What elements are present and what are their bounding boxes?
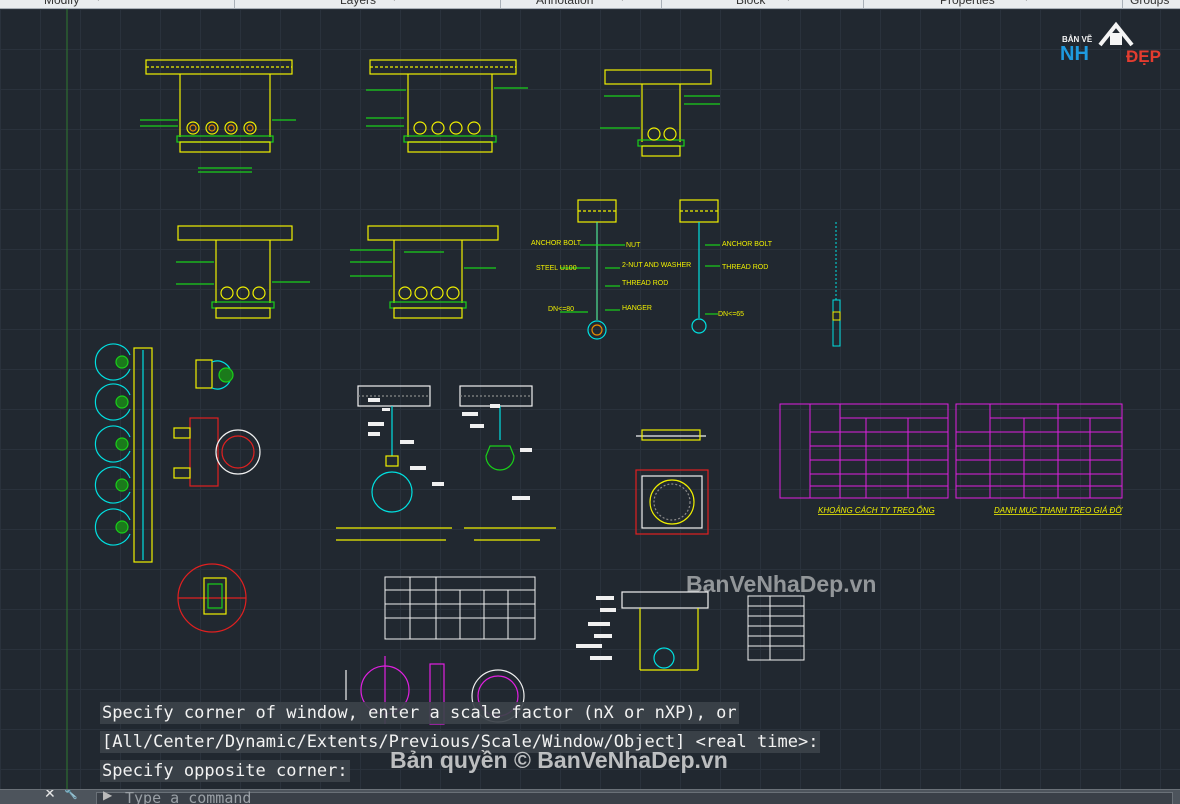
pipe-hanger-1 [336, 385, 452, 541]
panel-divider [1122, 0, 1123, 8]
ribbon-panel-bar: Modify ▾ Layers ▾ Annotation ▾ Block ▾ P… [0, 0, 1180, 9]
command-input-box[interactable]: ▶ [96, 789, 1173, 804]
panel-divider [661, 0, 662, 8]
command-history-line: Specify opposite corner: [100, 760, 350, 782]
chevron-down-icon[interactable]: ▾ [786, 0, 791, 4]
panel-modify[interactable]: Modify [44, 0, 79, 8]
wall-bracket [94, 343, 153, 563]
panel-layers[interactable]: Layers [340, 0, 376, 8]
pit-callouts [576, 596, 616, 660]
support-detail-3 [600, 69, 720, 157]
panel-divider [234, 0, 235, 8]
house-icon [1098, 21, 1134, 47]
label-hanger: HANGER [622, 305, 652, 312]
command-line-bar: ✕ 🔧 ▶ [0, 789, 1180, 804]
close-icon[interactable]: ✕ [44, 790, 56, 802]
label-thread-rod: THREAD ROD [622, 280, 668, 287]
chevron-down-icon[interactable]: ▾ [1024, 0, 1029, 4]
panel-block[interactable]: Block [736, 0, 765, 8]
chevron-down-icon[interactable]: ▾ [620, 0, 625, 4]
panel-divider [500, 0, 501, 8]
label-dn80: DN<=80 [548, 306, 574, 313]
support-detail-2 [366, 59, 528, 153]
label-dn65: DN<=65 [718, 311, 744, 318]
support-detail-4 [176, 225, 310, 319]
caption-hanger-list: DANH MỤC THANH TREO GIÁ ĐỠ [994, 506, 1123, 515]
logo-nh-text: NH [1060, 43, 1089, 65]
label-thread-rod-2: THREAD ROD [722, 264, 768, 271]
watermark-text: BanVeNhaDep.vn [686, 571, 877, 597]
panel-annotation[interactable]: Annotation [536, 0, 593, 8]
chevron-down-icon[interactable]: ▾ [96, 0, 101, 4]
label-nut-washer: 2-NUT AND WASHER [622, 262, 691, 269]
manhole-detail [635, 429, 709, 535]
hanger-list-table [955, 403, 1123, 499]
data-table-2 [747, 595, 805, 661]
label-nut: NUT [626, 242, 641, 249]
label-anchor-bolt: ANCHOR BOLT [531, 240, 582, 247]
panel-divider [863, 0, 864, 8]
site-logo: BẢN VẼ NH ĐẸP [1058, 19, 1170, 75]
cad-drawing: ANCHOR BOLT NUT STEEL U100 2-NUT AND WAS… [66, 9, 1123, 789]
support-detail-5 [350, 225, 499, 319]
command-history-line: Specify corner of window, enter a scale … [100, 702, 739, 724]
copyright-watermark: Bản quyền © BanVeNhaDep.vn [390, 747, 728, 773]
drawing-canvas[interactable]: ANCHOR BOLT NUT STEEL U100 2-NUT AND WAS… [0, 9, 1180, 789]
support-detail-1 [140, 59, 296, 173]
threaded-rod [832, 222, 841, 347]
label-steel: STEEL U100 [536, 265, 577, 272]
pit-detail [621, 591, 709, 671]
pipe-hanger-2 [459, 385, 556, 541]
spacing-table [779, 403, 949, 499]
panel-groups[interactable]: Groups [1130, 0, 1169, 8]
customize-icon[interactable]: 🔧 [64, 790, 78, 800]
panel-properties[interactable]: Properties [940, 0, 995, 8]
command-prompt-icon: ▶ [103, 789, 113, 802]
logo-dep-text: ĐẸP [1126, 47, 1161, 66]
data-table-1 [384, 576, 536, 640]
label-anchor-bolt-2: ANCHOR BOLT [722, 241, 773, 248]
caption-spacing-table: KHOẢNG CÁCH TY TREO ỐNG [818, 506, 935, 515]
circular-detail [177, 563, 247, 633]
chevron-down-icon[interactable]: ▾ [392, 0, 397, 4]
bracket-clamps [173, 359, 261, 487]
command-input[interactable] [123, 790, 727, 804]
